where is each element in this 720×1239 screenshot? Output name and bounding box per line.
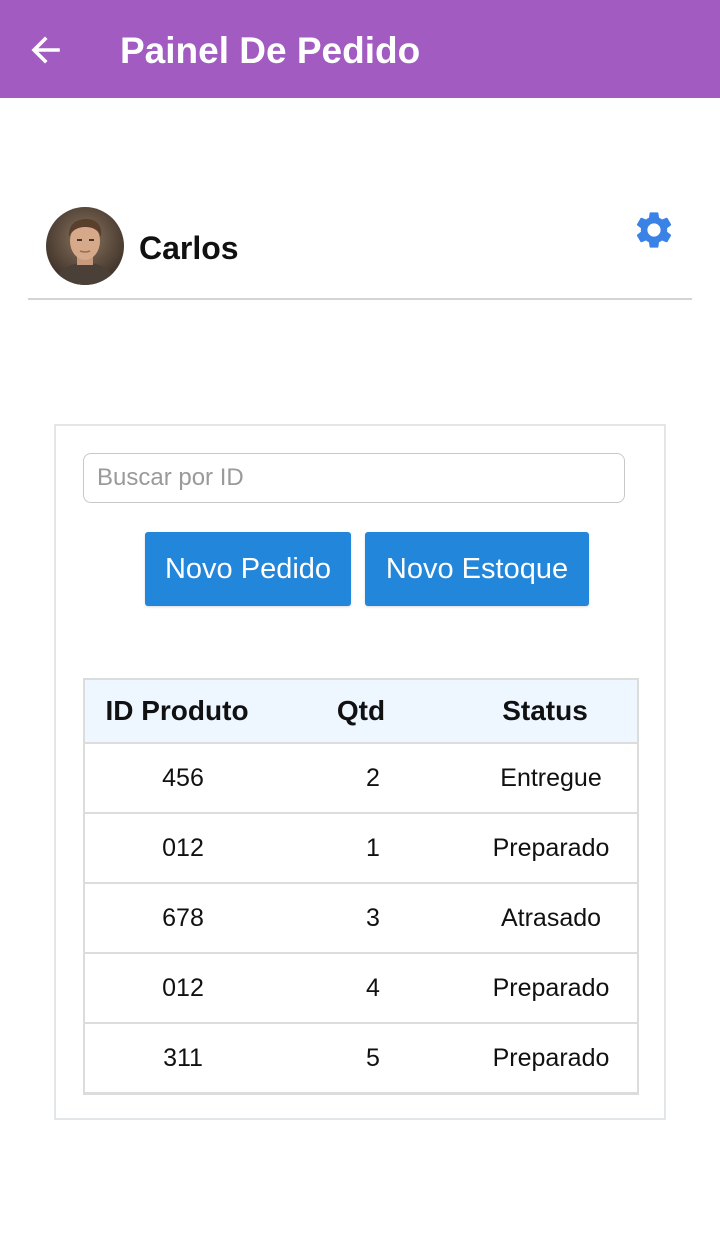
avatar[interactable] [46,207,124,285]
table-row[interactable]: 678 3 Atrasado [85,882,637,952]
novo-estoque-button[interactable]: Novo Estoque [365,532,589,606]
cell-id-produto: 012 [162,973,204,1002]
table-row[interactable]: 012 4 Preparado [85,952,637,1022]
cell-qtd: 5 [366,1043,380,1072]
cell-status: Atrasado [500,903,602,932]
page-title: Painel De Pedido [120,30,421,71]
cell-qtd: 1 [366,833,380,862]
novo-pedido-button[interactable]: Novo Pedido [145,532,351,606]
cell-status: Entregue [500,763,602,792]
settings-button[interactable] [632,208,676,252]
cell-id-produto: 678 [162,903,204,932]
cell-qtd: 4 [366,973,380,1002]
cell-status: Preparado [492,833,610,862]
cell-qtd: 3 [366,903,380,932]
user-name: Carlos [139,230,239,266]
cell-id-produto: 456 [162,763,204,792]
cell-status: Preparado [492,973,610,1002]
app-bar: Painel De Pedido [0,0,720,98]
orders-table: ID Produto Qtd Status 456 2 Entregue 012… [83,678,639,1095]
search-input[interactable] [83,453,625,503]
table-header: ID Produto Qtd Status [85,680,637,742]
table-row[interactable]: 456 2 Entregue [85,742,637,812]
cell-qtd: 2 [366,763,380,792]
orders-card: Novo Pedido Novo Estoque ID Produto Qtd … [54,424,666,1120]
table-row[interactable]: 012 1 Preparado [85,812,637,882]
gear-icon [636,212,672,248]
cell-id-produto: 012 [162,833,204,862]
arrow-left-icon [31,36,60,64]
back-button[interactable] [26,30,66,70]
column-header-qtd: Qtd [336,695,386,726]
cell-status: Preparado [492,1043,610,1072]
cell-id-produto: 311 [163,1043,203,1072]
column-header-status: Status [502,695,588,726]
column-header-id-produto: ID Produto [105,695,249,726]
user-profile-header: Carlos [28,190,692,300]
table-row[interactable]: 311 5 Preparado [85,1022,637,1092]
